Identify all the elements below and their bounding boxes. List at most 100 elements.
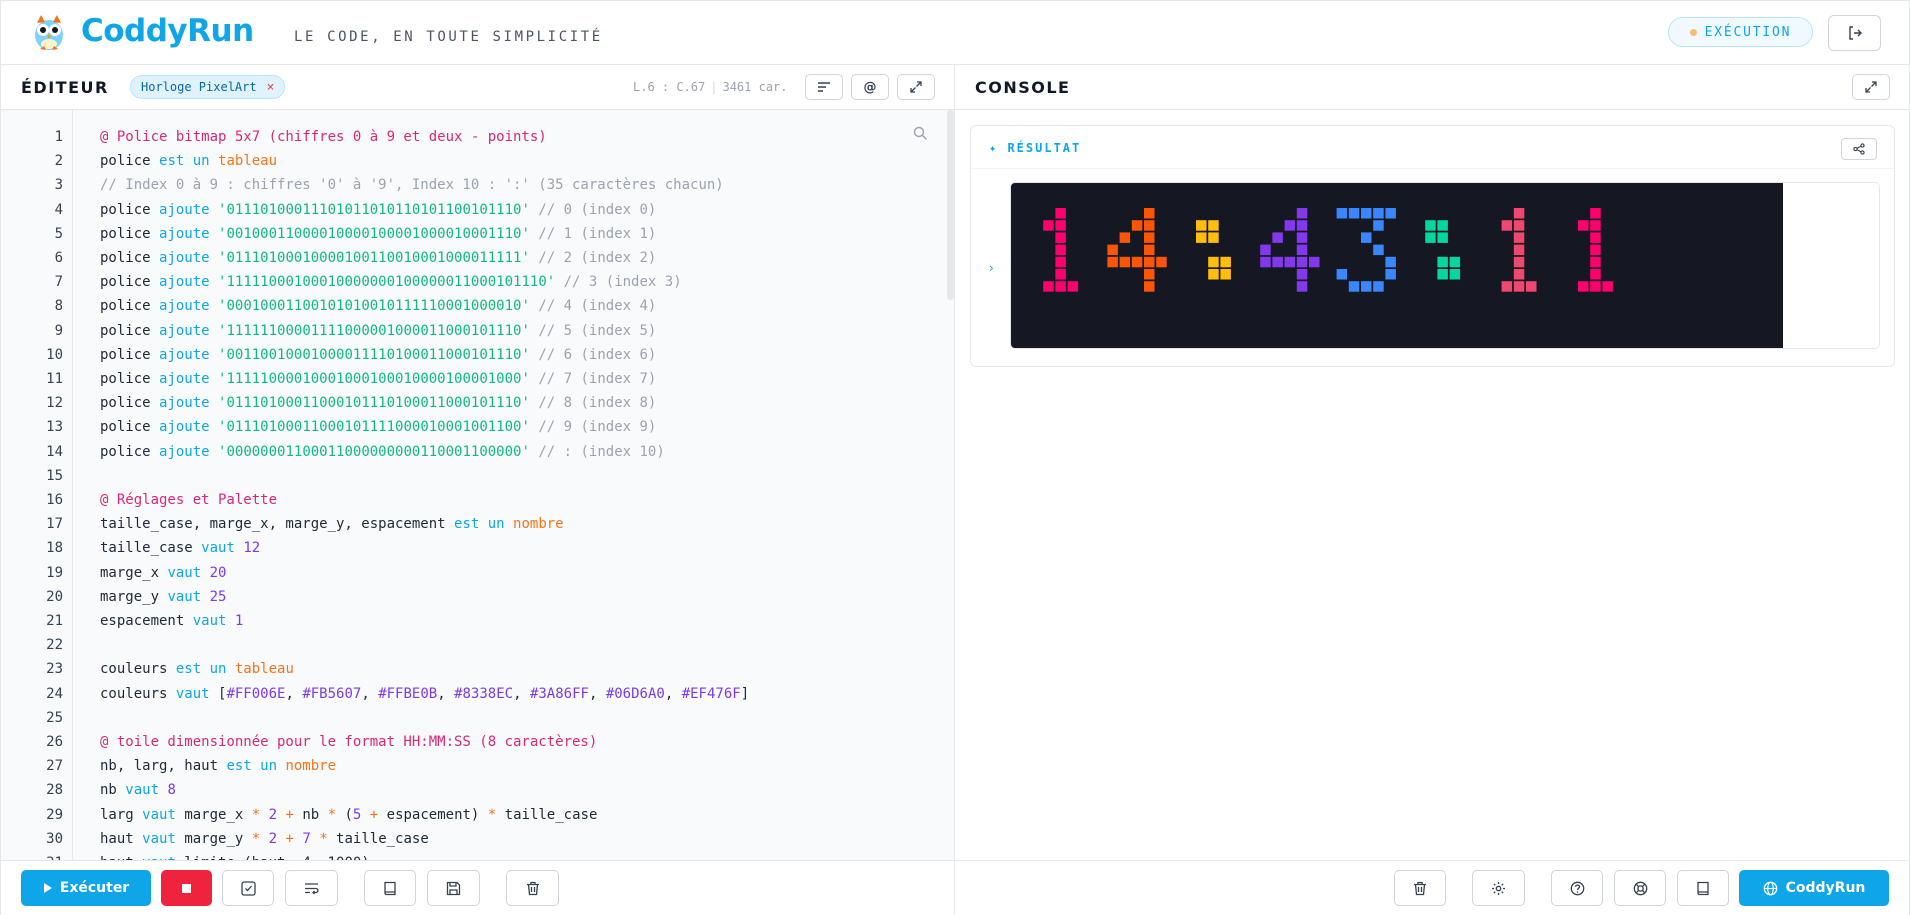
- check-syntax-button[interactable]: [222, 870, 274, 906]
- code-line[interactable]: @ Réglages et Palette: [100, 492, 277, 508]
- code-token: ,: [588, 686, 606, 702]
- code-token: '11111100001111000001000011000101110': [218, 323, 530, 339]
- code-line[interactable]: larg vaut marge_x * 2 + nb * (5 + espace…: [100, 807, 597, 823]
- code-line[interactable]: police ajoute '0001000110010101001011111…: [100, 298, 656, 314]
- coddyrun-button-label: CoddyRun: [1785, 880, 1866, 896]
- code-line[interactable]: police ajoute '1111100010001000000010000…: [100, 274, 682, 290]
- expand-icon: [910, 81, 922, 93]
- code-token: police: [100, 202, 160, 218]
- share-result-button[interactable]: [1841, 138, 1877, 160]
- code-line[interactable]: police est un tableau: [100, 153, 277, 169]
- code-line[interactable]: nb, larg, haut est un nombre: [100, 758, 336, 774]
- docs-button[interactable]: [364, 870, 416, 906]
- code-line[interactable]: couleurs est un tableau: [100, 661, 294, 677]
- clock-pixel: [1513, 208, 1525, 219]
- code-token: 25: [209, 589, 227, 605]
- console-expand-button[interactable]: [1852, 74, 1890, 100]
- code-line[interactable]: espacement vaut 1: [100, 613, 243, 629]
- clock-pixel: [1260, 256, 1271, 268]
- clear-editor-button[interactable]: [506, 870, 559, 906]
- clock-pixel: [1144, 220, 1155, 231]
- code-token: tableau: [218, 153, 278, 169]
- code-line[interactable]: nb vaut 8: [100, 782, 176, 798]
- clock-pixel: [1043, 281, 1054, 292]
- file-tab[interactable]: Horloge PixelArt ×: [130, 75, 286, 99]
- line-number: 21: [46, 613, 63, 629]
- line-number: 10: [46, 347, 63, 363]
- align-left-icon: [818, 82, 830, 92]
- code-line[interactable]: police ajoute '1111110000111100000100001…: [100, 323, 656, 339]
- support-button[interactable]: [1614, 870, 1666, 906]
- code-line[interactable]: taille_case, marge_x, marge_y, espacemen…: [100, 516, 564, 532]
- clock-pixel: [1437, 232, 1448, 243]
- clock-pixel: [1055, 256, 1066, 268]
- code-token: ,: [437, 686, 455, 702]
- format-code-button[interactable]: [805, 74, 843, 100]
- code-line[interactable]: taille_case vaut 12: [100, 540, 260, 556]
- clear-console-button[interactable]: [1394, 870, 1446, 906]
- clock-pixel: [1590, 220, 1601, 231]
- clock-pixel: [1373, 281, 1384, 292]
- code-line[interactable]: police ajoute '0111010001100010111010001…: [100, 395, 656, 411]
- code-line[interactable]: // Index 0 à 9 : chiffres '0' à '9', Ind…: [100, 177, 724, 193]
- trash-icon: [526, 881, 539, 895]
- clock-pixel: [1208, 269, 1219, 280]
- run-button[interactable]: Exécuter: [21, 870, 151, 906]
- save-icon: [446, 881, 461, 895]
- stop-button[interactable]: [161, 870, 212, 906]
- clock-pixel: [1144, 269, 1155, 280]
- code-line[interactable]: police ajoute '0111010001110101101011010…: [100, 202, 656, 218]
- search-code-button[interactable]: [913, 126, 928, 141]
- code-line[interactable]: @ Police bitmap 5x7 (chiffres 0 à 9 et d…: [100, 129, 547, 145]
- code-token: #FF006E: [226, 686, 286, 702]
- line-number: 2: [54, 153, 63, 169]
- code-token: '01110100010000100110010001000011111': [218, 250, 530, 266]
- code-line[interactable]: marge_x vaut 20: [100, 565, 226, 581]
- code-line[interactable]: police ajoute '0011001000100001111010001…: [100, 347, 656, 363]
- line-number: 28: [46, 782, 63, 798]
- code-line[interactable]: police ajoute '0000000110001100000000011…: [100, 444, 665, 460]
- code-line[interactable]: marge_y vaut 25: [100, 589, 226, 605]
- clock-pixel: [1449, 269, 1461, 280]
- settings-button[interactable]: [1472, 870, 1525, 906]
- code-token: taille_case: [336, 831, 429, 847]
- code-line[interactable]: police ajoute '1111100001000100010001000…: [100, 371, 656, 387]
- editor-scrollbar[interactable]: [947, 110, 954, 300]
- help-button[interactable]: [1551, 870, 1603, 906]
- save-button[interactable]: [427, 870, 480, 906]
- code-line[interactable]: police ajoute '0010001100001000010000100…: [100, 226, 656, 242]
- code-line[interactable]: couleurs vaut [#FF006E, #FB5607, #FFBE0B…: [100, 686, 749, 702]
- clock-pixel: [1348, 281, 1360, 292]
- line-number: 27: [46, 758, 63, 774]
- editor-expand-button[interactable]: [897, 74, 935, 100]
- code-editor[interactable]: 1 @ Police bitmap 5x7 (chiffres 0 à 9 et …: [1, 110, 954, 860]
- code-token: vaut: [167, 565, 210, 581]
- line-number: 5: [54, 226, 63, 242]
- line-number: 23: [46, 661, 63, 677]
- code-line[interactable]: haut vaut marge_y * 2 + 7 * taille_case: [100, 831, 429, 847]
- mention-button[interactable]: @: [851, 74, 889, 100]
- gear-icon: [1492, 881, 1505, 895]
- clock-pixel: [1309, 256, 1320, 268]
- logout-button[interactable]: [1828, 15, 1881, 51]
- globe-icon: [1763, 881, 1777, 895]
- code-line[interactable]: police ajoute '0111010001100010111100001…: [100, 419, 656, 435]
- code-token: // Index 0 à 9 : chiffres '0' à '9', Ind…: [100, 177, 724, 193]
- code-token: @ Police bitmap 5x7 (chiffres 0 à 9 et d…: [100, 129, 547, 145]
- code-line[interactable]: police ajoute '0111010001000010011001000…: [100, 250, 656, 266]
- clock-pixel: [1272, 232, 1283, 243]
- code-line[interactable]: @ toile dimensionnée pour le format HH:M…: [100, 734, 597, 750]
- code-token: marge_x: [184, 807, 252, 823]
- clock-pixel: [1590, 269, 1601, 280]
- close-tab-icon[interactable]: ×: [267, 80, 275, 95]
- clock-pixel: [1513, 220, 1525, 231]
- editor-panel: ÉDITEUR Horloge PixelArt × L.6 : C.67 | 34…: [0, 65, 955, 915]
- code-token: 12: [243, 540, 261, 556]
- line-number: 29: [46, 807, 63, 823]
- coddyrun-website-button[interactable]: CoddyRun: [1739, 870, 1889, 906]
- clock-pixel: [1373, 208, 1384, 219]
- code-token: *: [319, 831, 337, 847]
- wrap-lines-button[interactable]: [285, 870, 338, 906]
- line-number: 17: [46, 516, 63, 532]
- guide-button[interactable]: [1677, 870, 1729, 906]
